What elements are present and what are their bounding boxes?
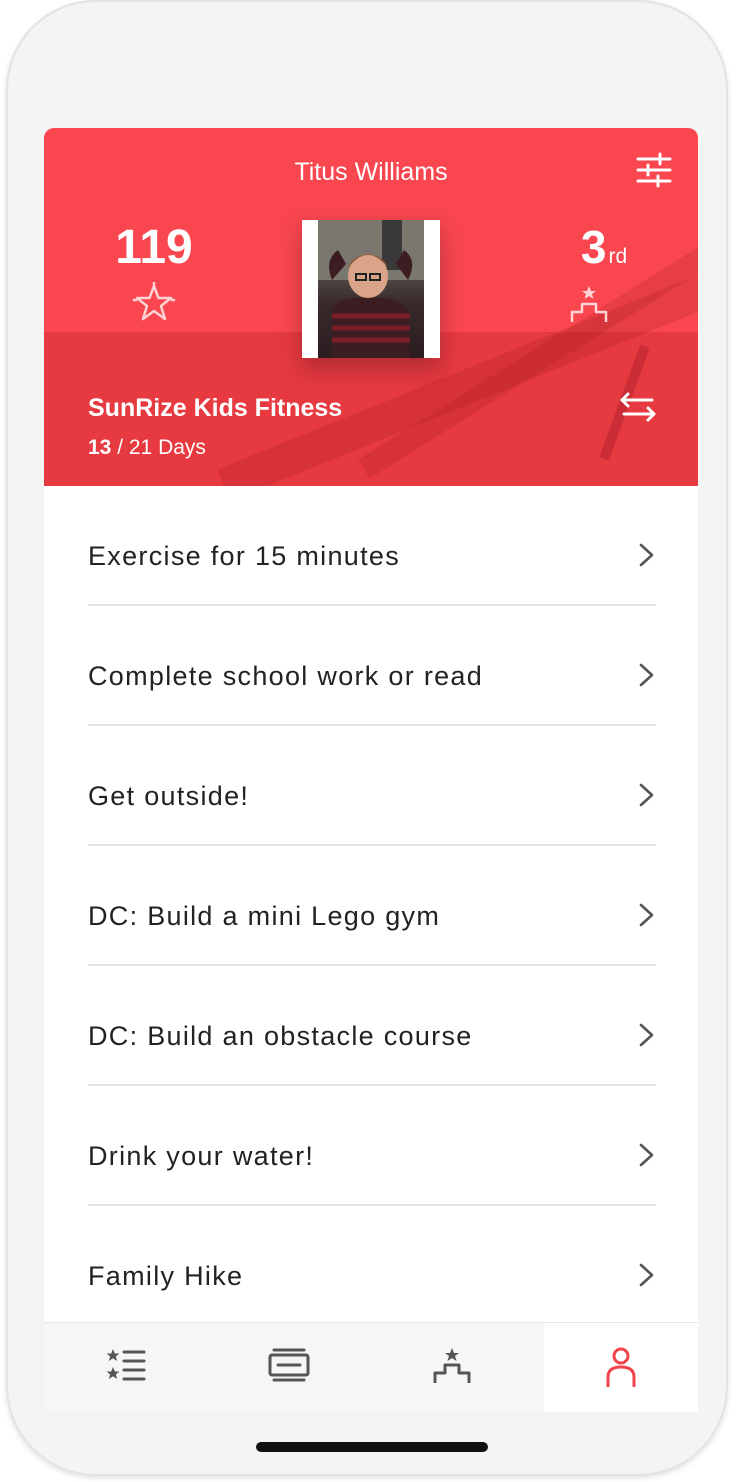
chevron-right-icon bbox=[639, 543, 654, 567]
chevron-right-icon bbox=[639, 783, 654, 807]
task-item[interactable]: Get outside! bbox=[88, 726, 656, 846]
filter-settings-button[interactable] bbox=[636, 152, 672, 188]
task-label: Drink your water! bbox=[88, 1141, 315, 1171]
sliders-icon bbox=[636, 152, 672, 188]
star-burst-icon bbox=[132, 280, 176, 326]
task-label: Family Hike bbox=[88, 1261, 244, 1291]
task-item[interactable]: Exercise for 15 minutes bbox=[88, 486, 656, 606]
task-item[interactable]: DC: Build an obstacle course bbox=[88, 966, 656, 1086]
points-value: 119 bbox=[115, 221, 193, 274]
avatar-photo bbox=[318, 220, 424, 358]
tab-challenges[interactable] bbox=[44, 1323, 207, 1412]
swap-arrows-icon bbox=[620, 392, 656, 422]
profile-person-icon bbox=[606, 1347, 636, 1387]
task-label: DC: Build an obstacle course bbox=[88, 1021, 473, 1051]
leaderboard-podium-icon bbox=[433, 1348, 470, 1383]
avatar[interactable] bbox=[302, 220, 440, 358]
switch-program-button[interactable] bbox=[618, 390, 658, 424]
tab-profile[interactable] bbox=[544, 1323, 698, 1412]
task-list: Exercise for 15 minutes Complete school … bbox=[44, 486, 698, 1324]
task-label: DC: Build a mini Lego gym bbox=[88, 901, 441, 931]
star-list-icon bbox=[106, 1349, 145, 1381]
program-title: SunRize Kids Fitness bbox=[88, 394, 343, 422]
task-item[interactable]: Drink your water! bbox=[88, 1086, 656, 1206]
task-label: Exercise for 15 minutes bbox=[88, 541, 401, 571]
task-item[interactable]: Complete school work or read bbox=[88, 606, 656, 726]
app-screen: Titus Williams 119 3rd SunRize Kids Fitn… bbox=[44, 128, 698, 1412]
bottom-tab-bar bbox=[44, 1322, 698, 1412]
task-item[interactable]: Family Hike bbox=[88, 1206, 656, 1324]
chevron-right-icon bbox=[639, 663, 654, 687]
chevron-right-icon bbox=[639, 1143, 654, 1167]
news-feed-icon bbox=[268, 1348, 309, 1382]
home-indicator[interactable] bbox=[256, 1442, 488, 1452]
chevron-right-icon bbox=[639, 903, 654, 927]
rank-value: 3rd bbox=[554, 220, 654, 274]
rank-suffix: rd bbox=[608, 245, 628, 268]
tab-leaderboard[interactable] bbox=[370, 1323, 533, 1412]
task-label: Get outside! bbox=[88, 781, 250, 811]
chevron-right-icon bbox=[639, 1263, 654, 1287]
rank-number: 3 bbox=[580, 221, 607, 273]
user-name: Titus Williams bbox=[294, 158, 448, 186]
task-label: Complete school work or read bbox=[88, 661, 484, 691]
tab-feed[interactable] bbox=[207, 1323, 370, 1412]
chevron-right-icon bbox=[639, 1023, 654, 1047]
task-item[interactable]: DC: Build a mini Lego gym bbox=[88, 846, 656, 966]
podium-icon bbox=[568, 284, 610, 326]
program-days-current: 13 bbox=[88, 436, 112, 459]
program-days: 13 / 21 Days bbox=[88, 436, 206, 460]
profile-header: Titus Williams 119 3rd SunRize Kids Fitn… bbox=[44, 128, 698, 486]
program-days-total: / 21 Days bbox=[117, 436, 206, 459]
